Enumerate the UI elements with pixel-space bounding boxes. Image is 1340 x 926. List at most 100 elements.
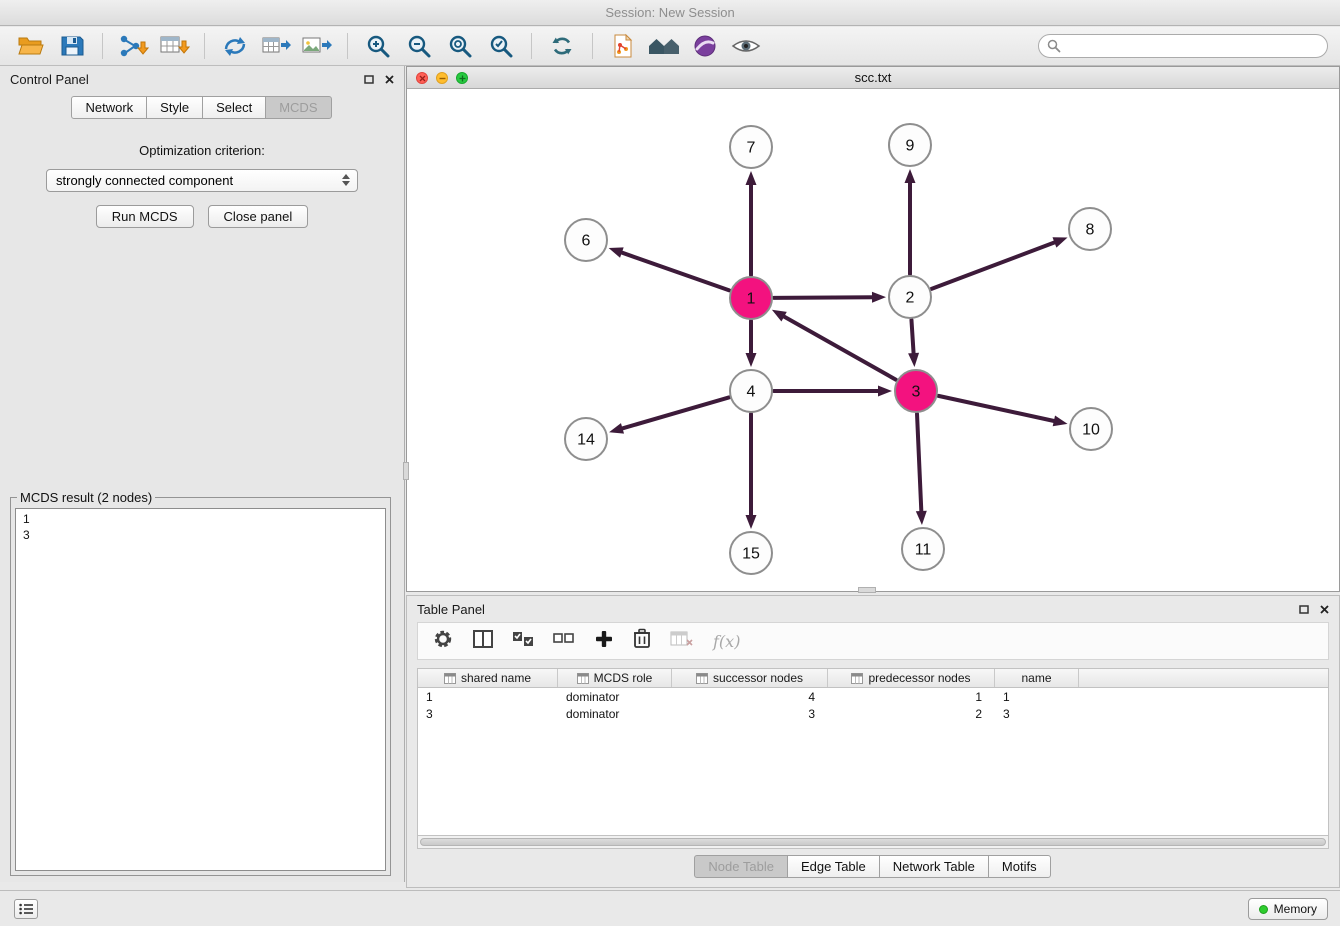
status-bar: Memory — [0, 890, 1340, 926]
scrollbar-thumb[interactable] — [420, 838, 1326, 846]
delete-table-button[interactable] — [670, 630, 694, 653]
close-window-button[interactable] — [416, 72, 428, 84]
deselect-all-button[interactable] — [553, 631, 575, 652]
table-horizontal-scrollbar[interactable] — [417, 836, 1329, 849]
column-header-name[interactable]: name — [995, 669, 1079, 687]
column-icon — [473, 630, 493, 648]
graph-edge-1-6[interactable] — [620, 252, 729, 290]
tab-network[interactable]: Network — [71, 96, 147, 119]
float-table-panel-button[interactable] — [1299, 605, 1309, 614]
add-row-button[interactable] — [594, 629, 614, 654]
tab-motifs[interactable]: Motifs — [988, 855, 1051, 878]
graph-node-label-10: 10 — [1082, 422, 1100, 439]
mcds-result-title: MCDS result (2 nodes) — [17, 490, 155, 505]
column-header-successor-nodes[interactable]: successor nodes — [672, 669, 828, 687]
graph-edge-4-14[interactable] — [621, 397, 729, 429]
select-all-button[interactable] — [512, 631, 534, 652]
task-history-button[interactable] — [14, 899, 38, 919]
select-stepper-icon — [342, 174, 350, 186]
network-window-titlebar[interactable]: scc.txt — [407, 67, 1339, 89]
mcds-result-text[interactable]: 1 3 — [15, 508, 386, 871]
graph-node-label-7: 7 — [747, 140, 756, 157]
attribute-icon — [696, 673, 708, 684]
control-panel-tabs: Network Style Select MCDS — [0, 96, 404, 119]
search-input[interactable] — [1038, 34, 1328, 58]
cell-shared-name[interactable]: 1 — [418, 688, 558, 705]
cell-shared-name[interactable]: 3 — [418, 705, 558, 722]
export-network-button[interactable] — [216, 30, 254, 62]
show-column-button[interactable] — [473, 630, 493, 653]
minimize-window-button[interactable] — [436, 72, 448, 84]
tab-network-table[interactable]: Network Table — [879, 855, 989, 878]
memory-button[interactable]: Memory — [1248, 898, 1328, 920]
float-panel-button[interactable] — [364, 75, 374, 84]
splitter-handle-vertical[interactable] — [403, 462, 409, 480]
import-table-button[interactable] — [155, 30, 193, 62]
column-label: name — [1021, 671, 1051, 685]
zoom-out-button[interactable] — [400, 30, 438, 62]
home-button[interactable] — [645, 30, 683, 62]
cell-mcds-role[interactable]: dominator — [558, 688, 672, 705]
delete-row-button[interactable] — [633, 628, 651, 654]
column-header-predecessor-nodes[interactable]: predecessor nodes — [828, 669, 995, 687]
cell-successor-nodes[interactable]: 4 — [672, 688, 828, 705]
network-canvas[interactable]: 7968124314101511 — [407, 89, 1339, 591]
column-header-mcds-role[interactable]: MCDS role — [558, 669, 672, 687]
table-row[interactable]: 1 dominator 4 1 1 — [418, 688, 1328, 705]
graph-edge-2-3[interactable] — [911, 320, 913, 355]
close-table-panel-button[interactable] — [1320, 605, 1329, 614]
graph-edge-1-2[interactable] — [774, 297, 874, 298]
graph-node-label-2: 2 — [906, 290, 915, 307]
select-all-icon — [512, 631, 534, 647]
graph-node-label-6: 6 — [582, 233, 591, 250]
column-header-shared-name[interactable]: shared name — [418, 669, 558, 687]
export-image-button[interactable] — [298, 30, 336, 62]
cell-name[interactable]: 3 — [995, 705, 1079, 722]
style-button[interactable] — [686, 30, 724, 62]
window-titlebar[interactable]: Session: New Session — [0, 0, 1340, 26]
show-hide-button[interactable] — [727, 30, 765, 62]
save-session-button[interactable] — [53, 30, 91, 62]
table-row[interactable]: 3 dominator 3 2 3 — [418, 705, 1328, 722]
zoom-window-button[interactable] — [456, 72, 468, 84]
zoom-fit-button[interactable] — [441, 30, 479, 62]
close-panel-button-mcds[interactable]: Close panel — [208, 205, 309, 228]
network-canvas-container: 7968124314101511 — [407, 89, 1339, 591]
cell-name[interactable]: 1 — [995, 688, 1079, 705]
zoom-selected-button[interactable] — [482, 30, 520, 62]
close-icon — [385, 75, 394, 84]
criterion-select[interactable]: strongly connected component — [46, 169, 358, 192]
cell-predecessor-nodes[interactable]: 2 — [828, 705, 995, 722]
tab-node-table[interactable]: Node Table — [694, 855, 788, 878]
save-session-icon — [59, 34, 85, 58]
graph-edge-arrowhead — [772, 310, 787, 322]
open-file-button[interactable] — [12, 30, 50, 62]
graph-node-label-1: 1 — [747, 291, 756, 308]
open-doc-button[interactable] — [604, 30, 642, 62]
optimization-criterion-label: Optimization criterion: — [0, 143, 404, 158]
graph-edge-3-1[interactable] — [782, 316, 896, 380]
export-table-button[interactable] — [257, 30, 295, 62]
splitter-handle-horizontal[interactable] — [858, 587, 876, 593]
export-network-icon — [221, 33, 249, 59]
cell-predecessor-nodes[interactable]: 1 — [828, 688, 995, 705]
tab-mcds[interactable]: MCDS — [265, 96, 331, 119]
mcds-buttons: Run MCDS Close panel — [0, 205, 404, 228]
graph-edge-arrowhead — [1053, 237, 1068, 247]
tab-style[interactable]: Style — [146, 96, 203, 119]
zoom-in-button[interactable] — [359, 30, 397, 62]
table-settings-button[interactable] — [432, 628, 454, 655]
cell-mcds-role[interactable]: dominator — [558, 705, 672, 722]
refresh-layout-button[interactable] — [543, 30, 581, 62]
graph-edge-2-8[interactable] — [932, 242, 1057, 289]
graph-edge-3-10[interactable] — [938, 396, 1055, 421]
cell-successor-nodes[interactable]: 3 — [672, 705, 828, 722]
graph-edge-arrowhead — [746, 353, 757, 367]
function-builder-button[interactable]: f(x) — [713, 632, 740, 651]
graph-edge-3-11[interactable] — [917, 414, 921, 513]
tab-edge-table[interactable]: Edge Table — [787, 855, 880, 878]
tab-select[interactable]: Select — [202, 96, 266, 119]
close-panel-button[interactable] — [385, 75, 394, 84]
import-network-button[interactable] — [114, 30, 152, 62]
run-mcds-button[interactable]: Run MCDS — [96, 205, 194, 228]
